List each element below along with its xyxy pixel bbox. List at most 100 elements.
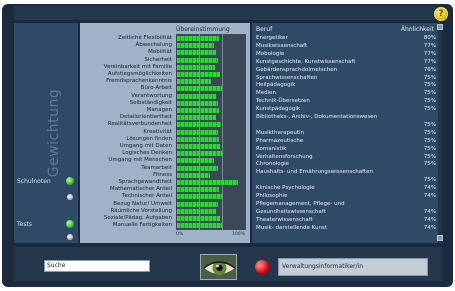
skill-row: Kreativität [80, 129, 250, 136]
skill-bar [177, 79, 211, 85]
tests-toggle-off[interactable] [67, 234, 73, 240]
job-row[interactable]: Musikwissenschaft 77% [256, 43, 436, 50]
job-row[interactable]: Sprachwissenschaften 75% [256, 75, 436, 82]
job-similarity: 75% [423, 137, 436, 144]
job-row[interactable]: Technik-Übersetzen 75% [256, 98, 436, 105]
skill-name: Mathematischer Anteil [109, 186, 172, 193]
job-row[interactable]: Mobologie 77% [256, 51, 436, 58]
scroll-up-button[interactable] [437, 24, 443, 30]
job-row[interactable]: Romanistik 75% [256, 146, 436, 153]
view-details-button[interactable] [200, 254, 237, 280]
skill-name: Selbständigkeit [129, 99, 172, 106]
job-row[interactable]: Gebärdensprachdolmetschen 76% [256, 67, 436, 74]
job-row[interactable]: Kunstpädagogik 75% [256, 106, 436, 113]
skill-name: Vereinbarkeit mit Familie [103, 63, 172, 70]
skill-name: Räumliche Vorstellung [110, 207, 173, 214]
job-row[interactable]: Pflegemanagement, Pflege- und [256, 201, 436, 208]
job-similarity: 75% [423, 129, 436, 136]
skill-bar [177, 136, 219, 142]
job-name: Energetiker [256, 35, 288, 41]
skill-row: Sicherheit [80, 57, 250, 64]
job-list-scrollbar[interactable] [438, 23, 442, 243]
skill-name: Aufstiegsmöglichkeiten [107, 71, 172, 77]
job-row[interactable]: Musiktherapeutin 75% [256, 130, 436, 137]
skill-bar [177, 216, 220, 221]
skill-name: Kreativität [143, 128, 172, 135]
job-row[interactable]: Kunstgeschichte, Kunstwissenschaft 77% [256, 59, 436, 66]
weighting-panel: Gewichtung Schulnoten Tests [14, 23, 78, 243]
job-row[interactable]: Chronologie 75% [256, 161, 436, 168]
skill-name: Logisches Denken [122, 150, 172, 157]
job-column-header[interactable]: Beruf [256, 26, 272, 33]
job-row[interactable]: Theaterwissenschaft 74% [256, 217, 436, 224]
skill-name: Fitness [152, 171, 172, 178]
record-button[interactable] [255, 260, 269, 274]
job-name: Musiktherapeutin [256, 129, 304, 136]
job-row[interactable]: 75% [256, 177, 436, 184]
similarity-column-header[interactable]: Ähnlichkeit [401, 26, 434, 33]
job-row[interactable]: Gesundheitswissenschaft 74% [256, 209, 436, 216]
job-row[interactable]: Energetiker 80% [256, 35, 436, 42]
job-row[interactable]: Musik- darstellende Kunst 74% [256, 225, 436, 232]
job-row[interactable]: Verhaltensforschung 75% [256, 154, 436, 161]
job-similarity: 75% [423, 82, 436, 89]
school-grades-toggle-on[interactable] [66, 177, 74, 185]
skill-row: Räumliche Vorstellung [80, 208, 250, 215]
skill-name: Sicherheit [144, 56, 172, 63]
skill-row: Verantwortung [80, 93, 250, 100]
skill-row: Selbständigkeit [80, 100, 250, 107]
skill-name: Teamarbeit [141, 164, 172, 171]
selected-job-field: Verwaltungsinformatiker/in [278, 258, 428, 276]
job-similarity: 74% [423, 193, 436, 199]
skill-name: Realitätsverbundenheit [107, 121, 172, 128]
job-name: Kunstgeschichte, Kunstwissenschaft [256, 58, 356, 65]
job-row[interactable]: Klinische Psychologie 74% [256, 185, 436, 192]
job-similarity: 74% [423, 208, 436, 215]
tests-toggle-on[interactable] [66, 220, 74, 228]
job-similarity: 75% [423, 90, 436, 97]
job-similarity: 76% [423, 66, 436, 73]
skill-bar [177, 50, 216, 56]
skill-row: Technischer Anteil [80, 193, 250, 200]
job-name: Haushalts- und Ernährungswissenschaften [256, 169, 374, 176]
skill-row: Fitness [80, 172, 250, 179]
job-row[interactable]: Medien 75% [256, 90, 436, 97]
skill-bar [177, 43, 214, 49]
skill-row: Teamarbeit [80, 165, 250, 172]
match-panel: Übereinstimmung Zeitliche Flexibilität Ab… [80, 23, 250, 243]
skill-row: Aufstiegsmöglichkeiten [80, 71, 250, 78]
tests-label: Tests [17, 221, 32, 228]
skill-bar [177, 158, 214, 164]
job-similarity: 74% [423, 216, 436, 223]
skill-row: Büro-Arbeit [80, 85, 250, 92]
job-name: Bibliotheks-, Archiv-, Dokumentationswes… [256, 114, 378, 120]
job-name: Pharmazeutische [256, 137, 304, 144]
skill-row: Managen [80, 107, 250, 114]
skill-row: Bezug Natur/ Umwelt [80, 201, 250, 208]
skill-bar [177, 165, 218, 171]
skill-bar [177, 100, 218, 106]
job-row[interactable]: Haushalts- und Ernährungswissenschaften [256, 169, 436, 176]
job-name: Gesundheitswissenschaft [256, 208, 326, 215]
job-row[interactable]: Bibliotheks-, Archiv-, Dokumentationswes… [256, 114, 436, 121]
scroll-down-button[interactable] [437, 235, 443, 241]
school-grades-label: Schulnoten [17, 178, 51, 185]
skill-row: Lösungen finden [80, 136, 250, 143]
job-name: Theaterwissenschaft [256, 216, 313, 223]
skill-name: Lösungen finden [126, 135, 172, 142]
title-bar [14, 6, 436, 20]
skill-row: Realitätsverbundenheit [80, 121, 250, 128]
skill-name: Sprachgewandtheit [118, 179, 172, 185]
skill-name: Manuelle Fertigkeiten [112, 222, 172, 229]
axis-max-label: 100% [232, 232, 245, 237]
job-search-input[interactable]: Suche [44, 260, 150, 272]
job-row[interactable]: Heilpädagogik 75% [256, 82, 436, 89]
job-row[interactable]: Pharmazeutische 75% [256, 138, 436, 145]
skill-name: Zeitliche Flexibilität [117, 35, 172, 41]
school-grades-toggle-off[interactable] [67, 194, 73, 200]
job-row[interactable]: 75% [256, 122, 436, 129]
job-row[interactable]: Philosophie 74% [256, 193, 436, 200]
help-button[interactable]: ? [434, 7, 448, 21]
skill-name: Büro-Arbeit [140, 85, 172, 92]
skill-row: Mathematischer Anteil [80, 186, 250, 193]
